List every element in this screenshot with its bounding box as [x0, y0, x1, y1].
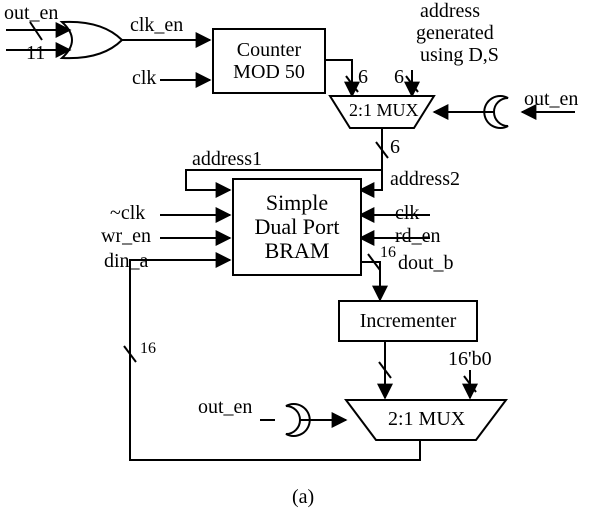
label-generated: generated — [416, 22, 494, 45]
label-mux1: 2:1 MUX — [349, 100, 419, 121]
label-using-ds: using D,S — [420, 44, 499, 67]
label-dout-b: dout_b — [398, 252, 454, 275]
label-mux2: 2:1 MUX — [388, 408, 465, 431]
caption: (a) — [292, 486, 314, 509]
bram-line1: Simple — [266, 191, 328, 215]
label-wr-en: wr_en — [101, 225, 151, 248]
label-din-a: din_a — [104, 250, 148, 273]
label-clk-en: clk_en — [130, 14, 183, 37]
label-16-loop: 16 — [140, 340, 156, 358]
bram-block: Simple Dual Port BRAM — [232, 178, 362, 276]
label-11: 11 — [26, 42, 45, 65]
label-address: address — [420, 0, 480, 23]
label-6-right: 6 — [394, 66, 404, 89]
counter-line1: Counter — [237, 39, 301, 61]
incrementer-block: Incrementer — [338, 300, 478, 342]
label-clk-right: clk — [395, 202, 419, 225]
counter-line2: MOD 50 — [233, 61, 305, 83]
label-6-below: 6 — [390, 136, 400, 159]
or-gate — [62, 22, 122, 58]
label-address1: address1 — [192, 148, 262, 171]
label-16b0: 16'b0 — [448, 348, 492, 371]
label-16: 16 — [380, 244, 396, 262]
label-clk-top: clk — [132, 67, 156, 90]
incrementer-label: Incrementer — [360, 310, 457, 333]
label-out-en-top: out_en — [4, 2, 58, 25]
label-out-en-bot: out_en — [198, 396, 252, 419]
counter-block: Counter MOD 50 — [212, 28, 326, 94]
label-rd-en: rd_en — [395, 225, 441, 248]
diagram-canvas: out_en 11 clk_en clk Counter MOD 50 6 6 … — [0, 0, 608, 516]
label-6-left: 6 — [358, 66, 368, 89]
label-out-en-right: out_en — [524, 88, 578, 111]
label-notclk: ~clk — [110, 202, 145, 225]
bram-line2: Dual Port — [255, 215, 340, 239]
bram-line3: BRAM — [265, 239, 330, 263]
label-address2: address2 — [390, 168, 460, 191]
